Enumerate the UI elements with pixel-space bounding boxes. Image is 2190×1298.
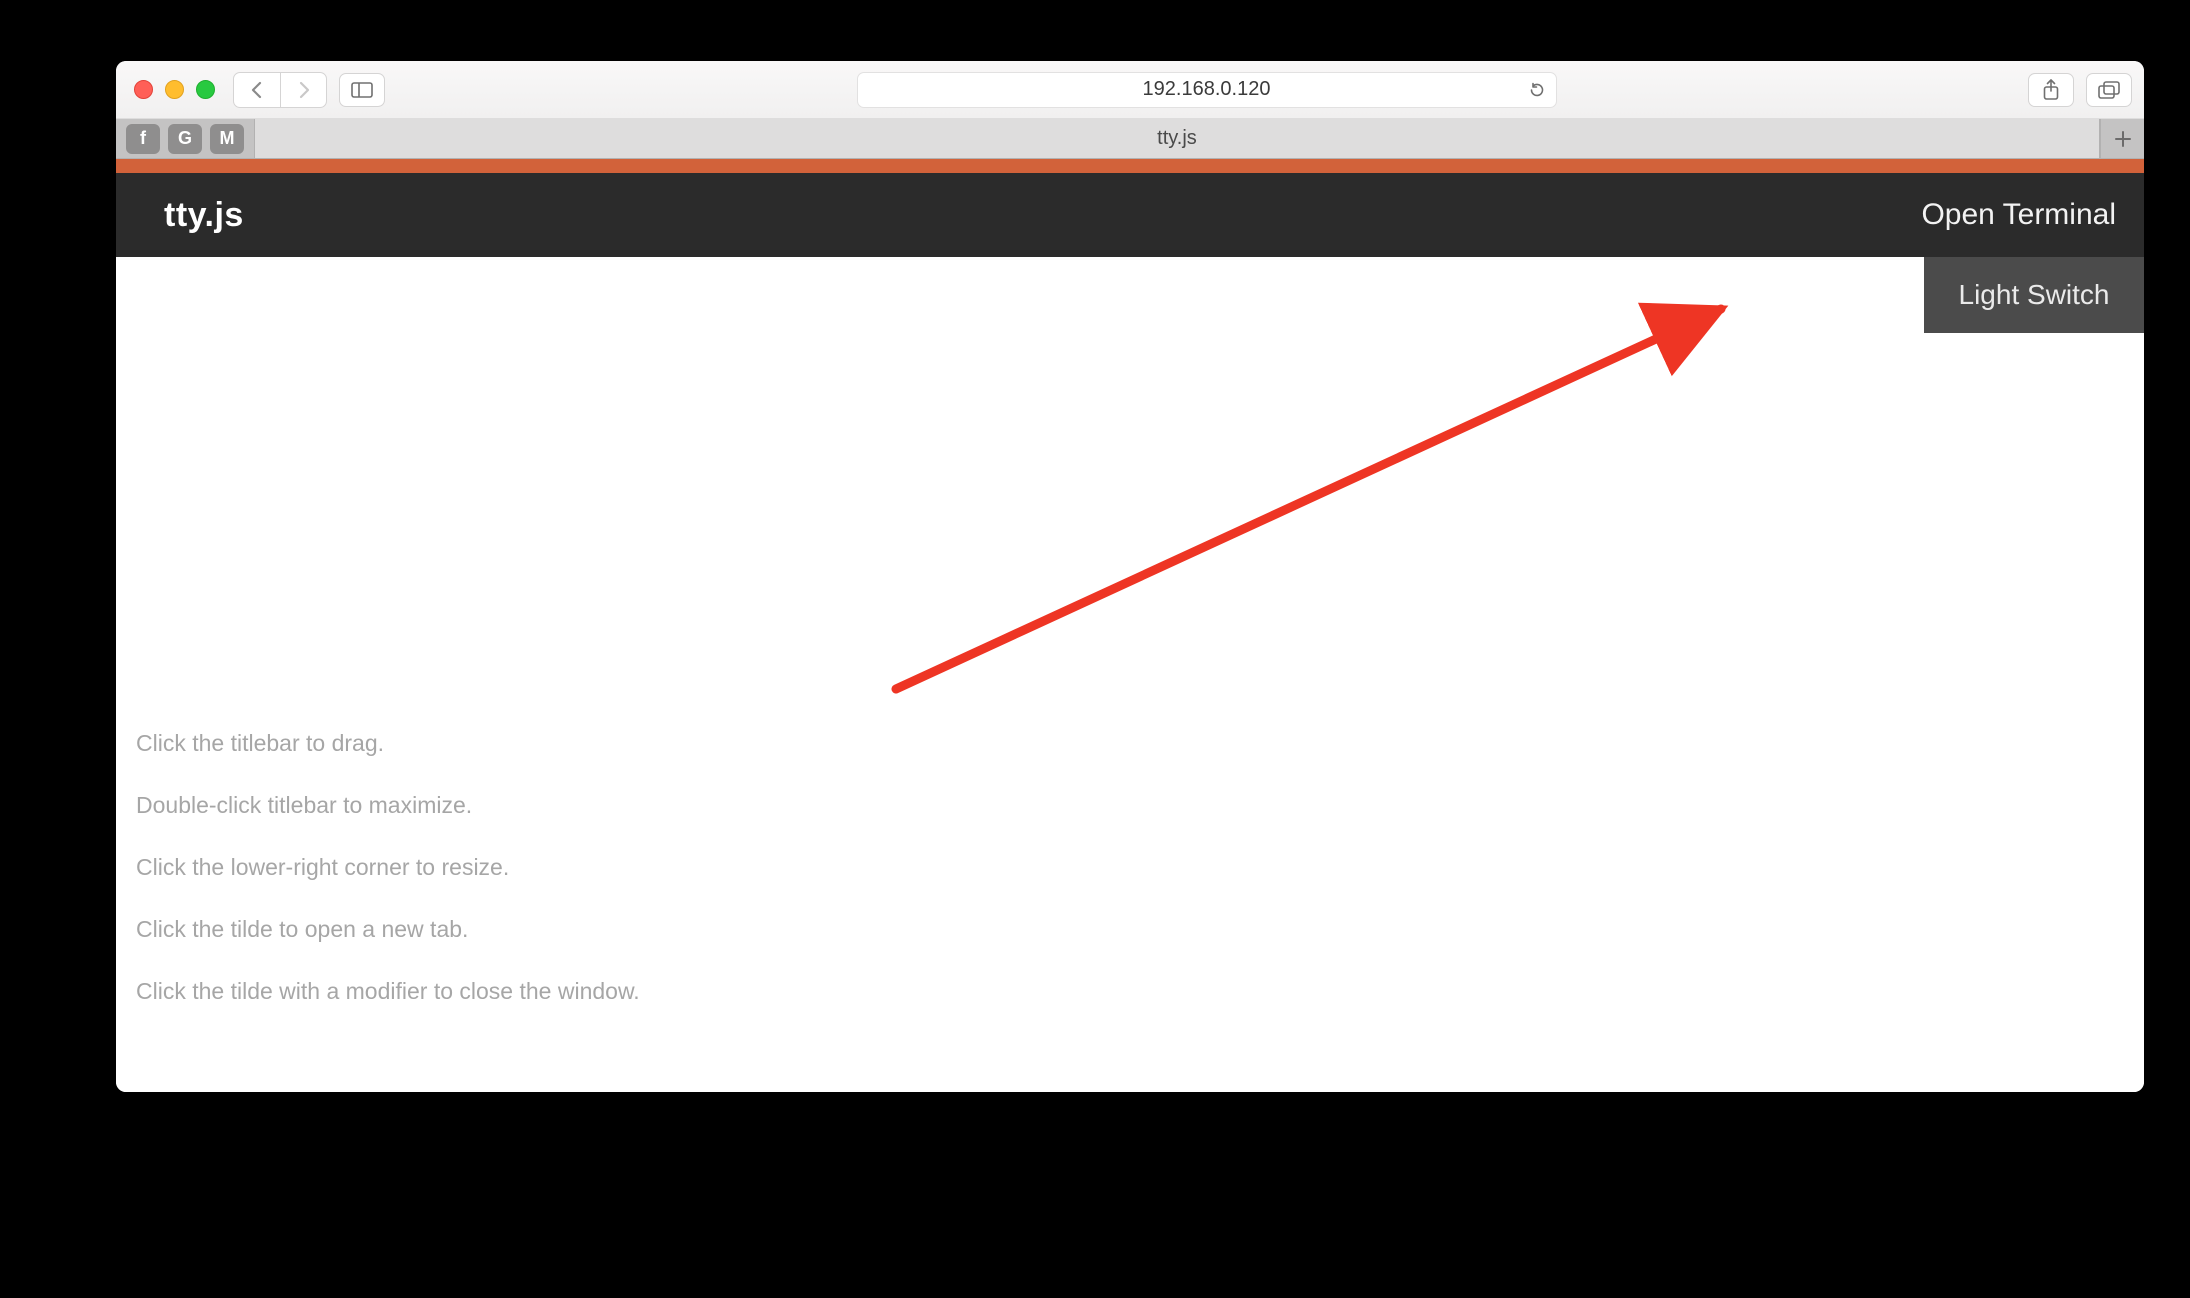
bookmark-chip[interactable]: G (168, 124, 202, 154)
share-button[interactable] (2028, 73, 2074, 107)
help-line: Click the lower-right corner to resize. (136, 853, 640, 883)
forward-button[interactable] (280, 73, 326, 107)
window-controls (134, 80, 215, 99)
tabs-overview-icon (2098, 81, 2120, 99)
bookmark-label: G (178, 128, 192, 149)
help-line: Click the titlebar to drag. (136, 729, 640, 759)
dropdown-item-label: Light Switch (1959, 279, 2110, 310)
address-bar[interactable]: 192.168.0.120 (857, 72, 1557, 108)
reload-icon (1528, 81, 1546, 99)
sidebar-toggle-icon (351, 82, 373, 98)
bookmark-label: f (140, 128, 146, 149)
reload-button[interactable] (1528, 81, 1546, 99)
address-bar-container: 192.168.0.120 (397, 72, 2016, 108)
help-line: Click the tilde with a modifier to close… (136, 977, 640, 1007)
minimize-window-button[interactable] (165, 80, 184, 99)
nav-back-forward (233, 72, 327, 108)
bookmark-strip: f G M (116, 119, 254, 158)
share-icon (2042, 79, 2060, 101)
bookmark-label: M (220, 128, 235, 149)
browser-window: 192.168.0.120 (116, 61, 2144, 1092)
back-button[interactable] (234, 73, 280, 107)
app-header: tty.js Open Terminal (116, 173, 2144, 257)
back-icon (250, 81, 264, 99)
help-line: Double-click titlebar to maximize. (136, 791, 640, 821)
page-content: tty.js Open Terminal Light Switch Click … (116, 159, 2144, 1092)
tab-row: f G M tty.js (116, 119, 2144, 159)
accent-bar (116, 159, 2144, 173)
address-text: 192.168.0.120 (1143, 78, 1271, 101)
browser-toolbar: 192.168.0.120 (116, 61, 2144, 119)
help-text: Click the titlebar to drag. Double-click… (136, 729, 640, 1038)
bookmark-chip[interactable]: M (210, 124, 244, 154)
forward-icon (297, 81, 311, 99)
tab-title: tty.js (1157, 127, 1197, 150)
new-tab-button[interactable] (2100, 119, 2144, 158)
bookmark-chip[interactable]: f (126, 124, 160, 154)
active-tab[interactable]: tty.js (254, 119, 2100, 158)
plus-icon (2114, 130, 2132, 148)
tabs-overview-button[interactable] (2086, 73, 2132, 107)
sidebar-toggle-button[interactable] (339, 73, 385, 107)
zoom-window-button[interactable] (196, 80, 215, 99)
app-brand: tty.js (164, 196, 244, 235)
help-line: Click the tilde to open a new tab. (136, 915, 640, 945)
open-terminal-link[interactable]: Open Terminal (1921, 198, 2116, 232)
light-switch-item[interactable]: Light Switch (1924, 257, 2144, 333)
close-window-button[interactable] (134, 80, 153, 99)
